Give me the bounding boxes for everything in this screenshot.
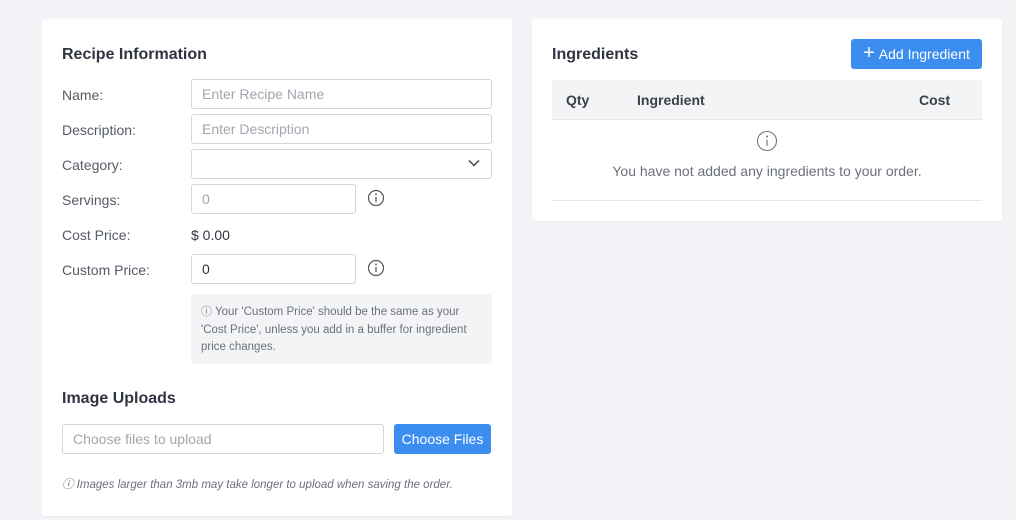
image-uploads-title: Image Uploads <box>62 390 176 407</box>
servings-label: Servings: <box>62 192 121 208</box>
column-header-cost: Cost <box>919 92 951 108</box>
info-icon: ⓘ <box>201 306 212 318</box>
plus-icon: + <box>863 42 875 64</box>
file-upload-input[interactable]: Choose files to upload <box>62 424 384 454</box>
recipe-info-card: Recipe Information Name: Description: Ca… <box>42 19 512 516</box>
ingredients-card: Ingredients + Add Ingredient Qty Ingredi… <box>532 19 1002 221</box>
description-input[interactable] <box>191 114 492 144</box>
ingredients-table-header: Qty Ingredient Cost <box>552 80 982 120</box>
info-icon[interactable] <box>367 259 385 277</box>
info-icon: ⓘ <box>62 479 74 491</box>
choose-files-button[interactable]: Choose Files <box>394 424 491 454</box>
cost-price-value: $ 0.00 <box>191 227 230 243</box>
cost-price-label: Cost Price: <box>62 227 131 243</box>
custom-price-label: Custom Price: <box>62 262 150 278</box>
add-ingredient-label: Add Ingredient <box>878 46 970 62</box>
custom-price-input[interactable] <box>191 254 356 284</box>
column-header-ingredient: Ingredient <box>637 92 705 108</box>
column-header-qty: Qty <box>566 92 590 108</box>
ingredients-empty-state: You have not added any ingredients to yo… <box>552 120 982 201</box>
category-label: Category: <box>62 157 123 173</box>
chevron-down-icon <box>468 159 480 167</box>
empty-message: You have not added any ingredients to yo… <box>612 163 922 179</box>
upload-note: ⓘ Images larger than 3mb may take longer… <box>62 476 453 492</box>
servings-input[interactable] <box>191 184 356 214</box>
recipe-name-input[interactable] <box>191 79 492 109</box>
info-icon[interactable] <box>367 189 385 207</box>
category-select[interactable] <box>191 149 492 179</box>
upload-note-text: Images larger than 3mb may take longer t… <box>76 479 453 491</box>
ingredients-title: Ingredients <box>552 46 639 63</box>
recipe-info-title: Recipe Information <box>62 46 207 63</box>
custom-price-hint-text: Your 'Custom Price' should be the same a… <box>201 306 467 353</box>
custom-price-hint: ⓘ Your 'Custom Price' should be the same… <box>191 294 492 364</box>
name-label: Name: <box>62 87 104 103</box>
info-icon <box>756 130 778 152</box>
add-ingredient-button[interactable]: + Add Ingredient <box>851 39 982 69</box>
description-label: Description: <box>62 122 136 138</box>
